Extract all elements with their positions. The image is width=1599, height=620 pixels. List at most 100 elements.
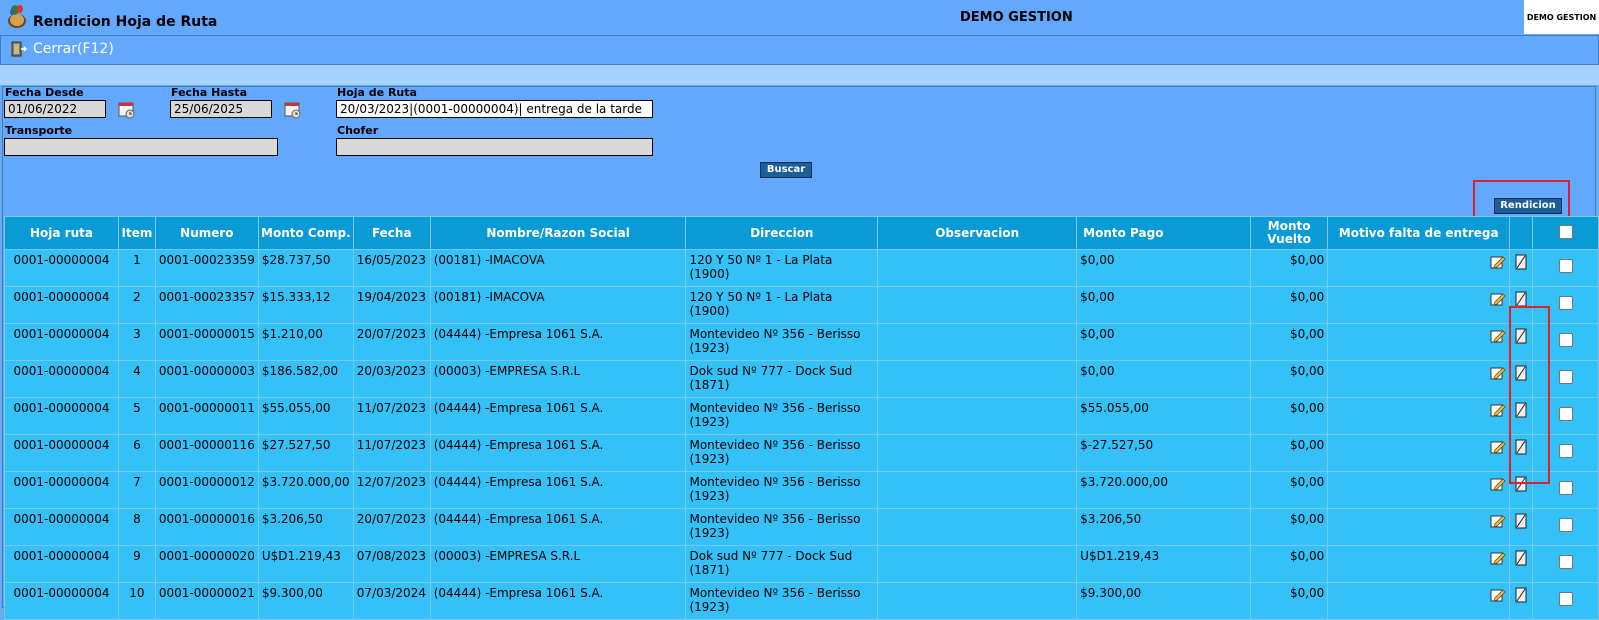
page-title: Rendicion Hoja de Ruta bbox=[33, 14, 218, 30]
chofer-input[interactable] bbox=[336, 138, 653, 156]
edit-icon[interactable] bbox=[1490, 254, 1506, 270]
cell-hoja-ruta: 0001-00000004 bbox=[4, 397, 119, 435]
table-row[interactable]: 0001-00000004 1 0001-00023359 $28.737,50 16/… bbox=[4, 249, 1599, 287]
cell-nombre: (00003) -EMPRESA S.R.L bbox=[429, 360, 687, 398]
table-row[interactable]: 0001-00000004 3 0001-00000015 $1.210,00 20/0… bbox=[4, 323, 1599, 361]
cell-fecha: 20/07/2023 bbox=[352, 323, 431, 361]
cell-monto-vuelto: $0,00 bbox=[1249, 323, 1329, 361]
cell-motivo bbox=[1327, 323, 1511, 361]
table-header-row: Hoja ruta Item Numero Monto Comp. Fecha … bbox=[4, 216, 1599, 250]
row-checkbox[interactable] bbox=[1558, 333, 1573, 347]
hoja-ruta-select[interactable]: 20/03/2023|(0001-00000004)| entrega de l… bbox=[336, 100, 653, 118]
direccion-line-2: (1871) bbox=[689, 563, 730, 577]
col-monto-vuelto: Monto Vuelto bbox=[1249, 216, 1329, 250]
buscar-button[interactable]: Buscar bbox=[760, 162, 812, 178]
close-button[interactable]: Cerrar(F12) bbox=[9, 41, 114, 57]
edit-icon[interactable] bbox=[1490, 550, 1506, 566]
cell-monto-vuelto: $0,00 bbox=[1249, 286, 1329, 324]
cell-motivo bbox=[1327, 508, 1511, 546]
transporte-input[interactable] bbox=[4, 138, 278, 156]
calendar-icon[interactable] bbox=[283, 99, 303, 119]
cell-observacion bbox=[877, 434, 1078, 472]
cell-monto-vuelto: $0,00 bbox=[1249, 397, 1329, 435]
document-icon[interactable] bbox=[1513, 513, 1529, 529]
table-row[interactable]: 0001-00000004 7 0001-00000012 $3.720.000,00… bbox=[4, 471, 1599, 509]
row-checkbox[interactable] bbox=[1558, 296, 1573, 310]
table-row[interactable]: 0001-00000004 8 0001-00000016 $3.206,50 20/0… bbox=[4, 508, 1599, 546]
edit-icon[interactable] bbox=[1490, 291, 1506, 307]
cell-nombre: (00181) -IMACOVA bbox=[429, 286, 687, 324]
document-icon[interactable] bbox=[1513, 587, 1529, 603]
cell-numero: 0001-00000015 bbox=[154, 323, 259, 361]
col-nombre: Nombre/Razon Social bbox=[429, 216, 687, 250]
cell-item: 1 bbox=[117, 249, 156, 287]
row-checkbox[interactable] bbox=[1558, 518, 1573, 532]
table-row[interactable]: 0001-00000004 5 0001-00000011 $55.055,00 11/… bbox=[4, 397, 1599, 435]
calendar-icon[interactable] bbox=[117, 99, 137, 119]
cell-direccion: Dok sud Nº 777 - Dock Sud (1871) bbox=[685, 360, 879, 398]
cell-direccion: Montevideo Nº 356 - Berisso (1923) bbox=[685, 434, 879, 472]
row-checkbox[interactable] bbox=[1558, 407, 1573, 421]
cell-nombre: (04444) -Empresa 1061 S.A. bbox=[429, 397, 687, 435]
direccion-line-2: (1923) bbox=[689, 341, 730, 355]
cell-monto-vuelto: $0,00 bbox=[1249, 582, 1329, 620]
cell-observacion bbox=[877, 249, 1078, 287]
direccion-line-2: (1900) bbox=[689, 267, 730, 281]
col-monto-comp: Monto Comp. bbox=[257, 216, 354, 250]
row-checkbox[interactable] bbox=[1558, 370, 1573, 384]
cell-item: 4 bbox=[117, 360, 156, 398]
table-row[interactable]: 0001-00000004 2 0001-00023357 $15.333,12 19/… bbox=[4, 286, 1599, 324]
cell-nombre: (04444) -Empresa 1061 S.A. bbox=[429, 582, 687, 620]
cell-observacion bbox=[877, 360, 1078, 398]
cell-fecha: 20/03/2023 bbox=[352, 360, 431, 398]
document-icon[interactable] bbox=[1513, 254, 1529, 270]
cell-doc bbox=[1509, 249, 1534, 287]
edit-icon[interactable] bbox=[1490, 328, 1506, 344]
edit-icon[interactable] bbox=[1490, 476, 1506, 492]
cell-numero: 0001-00000012 bbox=[154, 471, 259, 509]
row-checkbox[interactable] bbox=[1558, 481, 1573, 495]
fecha-desde-input[interactable]: 01/06/2022 bbox=[4, 100, 106, 118]
row-checkbox[interactable] bbox=[1558, 444, 1573, 458]
cell-item: 8 bbox=[117, 508, 156, 546]
cell-monto-comp: $186.582,00 bbox=[257, 360, 354, 398]
cell-hoja-ruta: 0001-00000004 bbox=[4, 582, 119, 620]
row-checkbox[interactable] bbox=[1558, 555, 1573, 569]
cell-hoja-ruta: 0001-00000004 bbox=[4, 360, 119, 398]
cell-doc bbox=[1509, 582, 1534, 620]
rendicion-table: Hoja ruta Item Numero Monto Comp. Fecha … bbox=[4, 216, 1599, 620]
document-icon[interactable] bbox=[1513, 550, 1529, 566]
cell-nombre: (00003) -EMPRESA S.R.L bbox=[429, 545, 687, 583]
edit-icon[interactable] bbox=[1490, 402, 1506, 418]
select-all-checkbox[interactable] bbox=[1558, 224, 1573, 239]
cell-direccion: Dok sud Nº 777 - Dock Sud (1871) bbox=[685, 545, 879, 583]
table-row[interactable]: 0001-00000004 6 0001-00000116 $27.527,50 11/… bbox=[4, 434, 1599, 472]
cell-numero: 0001-00023357 bbox=[154, 286, 259, 324]
edit-icon[interactable] bbox=[1490, 587, 1506, 603]
row-checkbox[interactable] bbox=[1558, 259, 1573, 273]
table-row[interactable]: 0001-00000004 4 0001-00000003 $186.582,00 20… bbox=[4, 360, 1599, 398]
cell-nombre: (04444) -Empresa 1061 S.A. bbox=[429, 434, 687, 472]
row-checkbox[interactable] bbox=[1558, 592, 1573, 606]
cell-fecha: 11/07/2023 bbox=[352, 397, 431, 435]
edit-icon[interactable] bbox=[1490, 439, 1506, 455]
document-icon[interactable] bbox=[1513, 291, 1529, 307]
col-fecha: Fecha bbox=[352, 216, 431, 250]
direccion-line-1: Montevideo Nº 356 - Berisso bbox=[689, 327, 861, 341]
cell-doc bbox=[1509, 545, 1534, 583]
cell-item: 9 bbox=[117, 545, 156, 583]
edit-icon[interactable] bbox=[1490, 513, 1506, 529]
col-direccion: Direccion bbox=[685, 216, 879, 250]
edit-icon[interactable] bbox=[1490, 365, 1506, 381]
cell-doc bbox=[1509, 508, 1534, 546]
cell-select bbox=[1532, 545, 1599, 583]
cell-monto-pago: $0,00 bbox=[1076, 286, 1251, 324]
cell-fecha: 12/07/2023 bbox=[352, 471, 431, 509]
fecha-hasta-input[interactable]: 25/06/2025 bbox=[170, 100, 272, 118]
cell-nombre: (04444) -Empresa 1061 S.A. bbox=[429, 471, 687, 509]
table-row[interactable]: 0001-00000004 10 0001-00000021 $9.300,00 07/… bbox=[4, 582, 1599, 620]
cell-monto-vuelto: $0,00 bbox=[1249, 471, 1329, 509]
cell-numero: 0001-00000016 bbox=[154, 508, 259, 546]
cell-direccion: Montevideo Nº 356 - Berisso (1923) bbox=[685, 582, 879, 620]
table-row[interactable]: 0001-00000004 9 0001-00000020 U$D1.219,43 07… bbox=[4, 545, 1599, 583]
